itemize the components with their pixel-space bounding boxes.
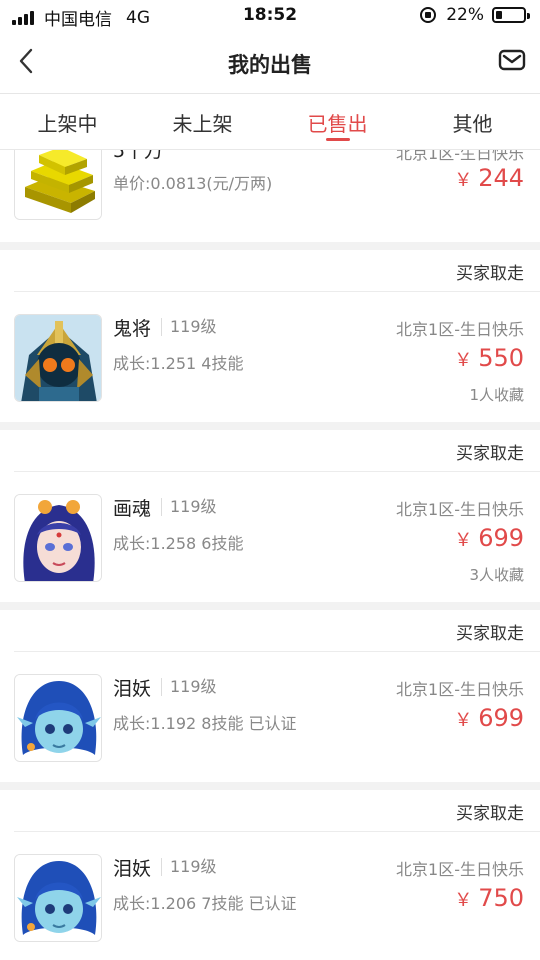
trade-status: 买家取走	[456, 264, 524, 284]
item-server: 北京1区-生日快乐	[396, 860, 524, 879]
card-header: 买家取走	[14, 430, 540, 472]
sold-item-list: 5千万 北京1区-生日快乐 单价:0.0813(元/万两) ￥244 买家取走	[0, 150, 540, 960]
item-title: 5千万	[113, 150, 164, 162]
item-server: 北京1区-生日快乐	[396, 150, 524, 163]
item-name: 画魂	[113, 498, 152, 520]
item-thumbnail	[14, 854, 102, 942]
list-item[interactable]: 买家取走 画魂 119级 北京1区-生日快乐 成长:1.258 6技能 ￥ 699…	[0, 430, 540, 602]
list-item[interactable]: 买家取走 泪妖 119级 北京1区-生日快乐 成长:1.192 8技能 已认证 …	[0, 610, 540, 782]
item-level: 119级	[161, 858, 217, 876]
trade-status: 买家取走	[456, 804, 524, 824]
tab-unlisted[interactable]: 未上架	[135, 94, 270, 149]
item-favorites: 3人收藏	[469, 566, 524, 584]
item-name: 泪妖	[113, 678, 152, 700]
item-name: 泪妖	[113, 858, 152, 880]
item-stats: 成长:1.251 4技能	[113, 354, 244, 373]
mail-icon	[498, 49, 526, 71]
item-price: ￥ 244	[454, 164, 524, 192]
item-thumbnail	[14, 494, 102, 582]
item-stats: 成长:1.258 6技能	[113, 534, 244, 553]
tab-other[interactable]: 其他	[405, 94, 540, 149]
page-title: 我的出售	[228, 53, 312, 77]
ghost-general-avatar-icon	[15, 315, 101, 401]
message-button[interactable]	[498, 48, 526, 72]
item-stats: 成长:1.206 7技能 已认证	[113, 894, 297, 913]
item-thumbnail	[14, 674, 102, 762]
item-price: ￥ 750	[454, 884, 524, 912]
item-server: 北京1区-生日快乐	[396, 680, 524, 699]
item-thumbnail	[14, 150, 102, 220]
gold-bars-icon	[15, 150, 101, 219]
list-item[interactable]: 买家取走 泪妖 119级 北京1区-生日快乐 成长:1.206 7技能 已认证 …	[0, 790, 540, 960]
tear-demon-avatar-icon	[15, 855, 101, 941]
item-unit-price: 单价:0.0813(元/万两)	[113, 174, 273, 193]
item-level: 119级	[161, 678, 217, 696]
card-header: 买家取走	[14, 790, 540, 832]
status-bar: 中国电信 4G 18:52 22%	[0, 0, 540, 32]
trade-status: 买家取走	[456, 444, 524, 464]
item-thumbnail	[14, 314, 102, 402]
tab-sold[interactable]: 已售出	[270, 94, 405, 149]
tab-bar: 上架中 未上架 已售出 其他	[0, 94, 540, 150]
card-header: 买家取走	[14, 250, 540, 292]
item-server: 北京1区-生日快乐	[396, 500, 524, 519]
navigation-bar: 我的出售	[0, 32, 540, 94]
item-stats: 成长:1.192 8技能 已认证	[113, 714, 297, 733]
item-level: 119级	[161, 318, 217, 336]
item-name: 鬼将	[113, 318, 152, 340]
item-price: ￥ 550	[454, 344, 524, 372]
list-item[interactable]: 5千万 北京1区-生日快乐 单价:0.0813(元/万两) ￥ 244	[0, 150, 540, 242]
battery-icon	[492, 7, 530, 23]
list-item[interactable]: 买家取走 鬼将 119级 北京1区-生日快乐 成长:1.251 4技能 ￥ 550…	[0, 250, 540, 422]
item-favorites: 1人收藏	[469, 386, 524, 404]
item-price: ￥ 699	[454, 704, 524, 732]
battery-percent: 22%	[446, 5, 484, 25]
item-price: ￥ 699	[454, 524, 524, 552]
painted-soul-avatar-icon	[15, 495, 101, 581]
item-level: 119级	[161, 498, 217, 516]
item-server: 北京1区-生日快乐	[396, 320, 524, 339]
trade-status: 买家取走	[456, 624, 524, 644]
tear-demon-avatar-icon	[15, 675, 101, 761]
card-header: 买家取走	[14, 610, 540, 652]
tab-listed[interactable]: 上架中	[0, 94, 135, 149]
orientation-lock-icon	[420, 7, 437, 23]
